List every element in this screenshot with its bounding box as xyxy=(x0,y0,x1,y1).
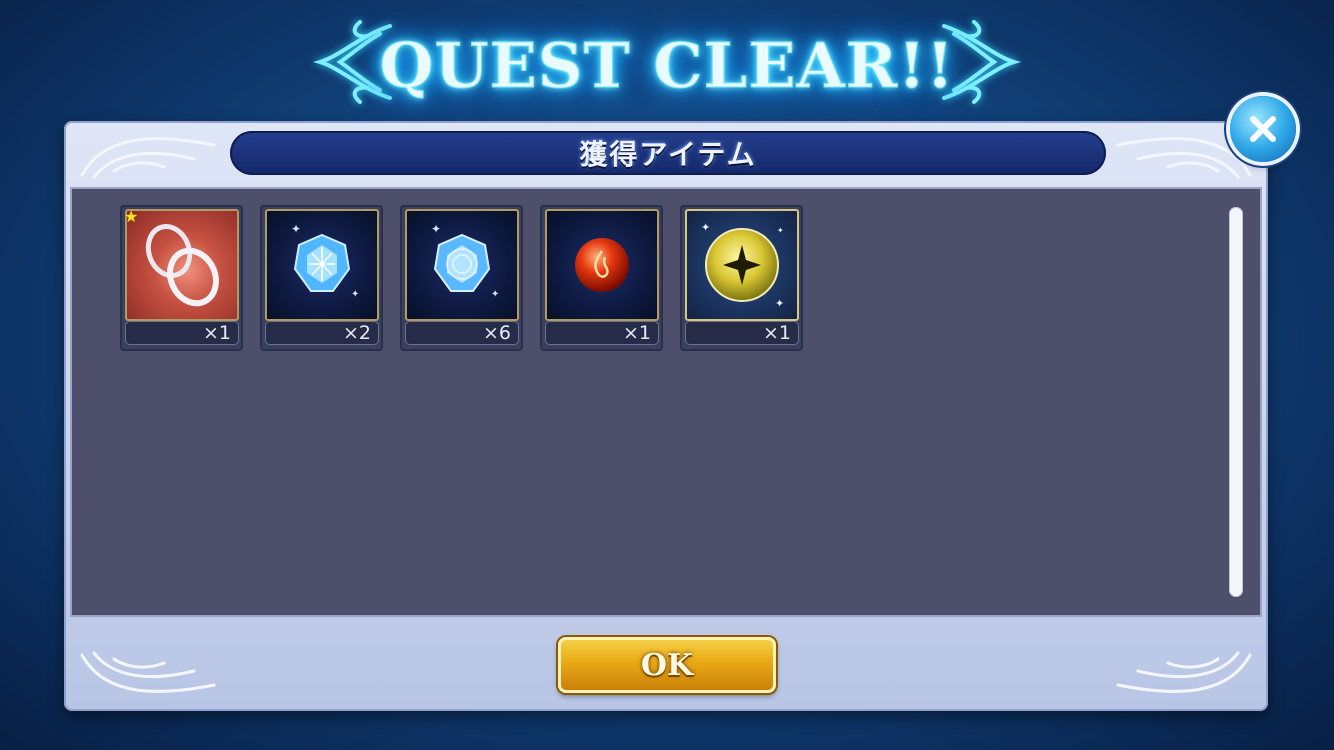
gold-star-orb-icon: ✦ ✦ ✦ xyxy=(685,209,799,321)
quest-clear-screen: QUEST CLEAR!! 獲得アイテム ★ ×1 ✦ ✦ ×2 ✦ ✦ ×6 … xyxy=(0,0,1334,750)
item-count: ×2 xyxy=(265,321,379,345)
item-count: ×1 xyxy=(545,321,659,345)
svg-text:✦: ✦ xyxy=(291,222,301,236)
item-slot[interactable]: ✦ ✦ ×2 xyxy=(260,205,383,351)
silver-rings-icon xyxy=(125,209,239,321)
scrollbar[interactable] xyxy=(1229,207,1243,597)
item-count: ×6 xyxy=(405,321,519,345)
rewards-panel: 獲得アイテム ★ ×1 ✦ ✦ ×2 ✦ ✦ ×6 ×1 ✦ ✦ ✦ ×1 OK xyxy=(64,121,1268,711)
close-icon xyxy=(1250,116,1276,142)
item-count: ×1 xyxy=(685,321,799,345)
item-slot[interactable]: ✦ ✦ ✦ ×1 xyxy=(680,205,803,351)
svg-text:✦: ✦ xyxy=(777,226,784,235)
svg-text:✦: ✦ xyxy=(431,222,441,236)
svg-text:✦: ✦ xyxy=(351,289,359,300)
svg-text:✦: ✦ xyxy=(775,297,784,310)
panel-header-bar: 獲得アイテム xyxy=(230,131,1106,175)
item-slot[interactable]: ×1 xyxy=(540,205,663,351)
ok-button-label: OK xyxy=(640,647,694,683)
corner-ornament xyxy=(1116,651,1252,693)
ok-button[interactable]: OK xyxy=(558,637,776,693)
item-slot[interactable]: ★ ×1 xyxy=(120,205,243,351)
corner-ornament xyxy=(80,651,216,693)
item-grid: ★ ×1 ✦ ✦ ×2 ✦ ✦ ×6 ×1 ✦ ✦ ✦ ×1 xyxy=(120,205,803,351)
item-slot[interactable]: ✦ ✦ ×6 xyxy=(400,205,523,351)
item-count: ×1 xyxy=(125,321,239,345)
close-button[interactable] xyxy=(1230,96,1296,162)
panel-header-title: 獲得アイテム xyxy=(579,138,757,171)
quest-clear-title: QUEST CLEAR!! xyxy=(379,29,955,103)
corner-ornament xyxy=(80,137,216,179)
blue-crystal-icon: ✦ ✦ xyxy=(405,209,519,321)
red-fire-orb-icon xyxy=(545,209,659,321)
svg-text:✦: ✦ xyxy=(491,289,499,300)
svg-text:✦: ✦ xyxy=(701,221,710,234)
title-banner: QUEST CLEAR!! xyxy=(300,18,1034,113)
rare-star-icon: ★ xyxy=(124,207,139,226)
item-list-area[interactable]: ★ ×1 ✦ ✦ ×2 ✦ ✦ ×6 ×1 ✦ ✦ ✦ ×1 xyxy=(70,187,1262,617)
blue-crystal-icon: ✦ ✦ xyxy=(265,209,379,321)
